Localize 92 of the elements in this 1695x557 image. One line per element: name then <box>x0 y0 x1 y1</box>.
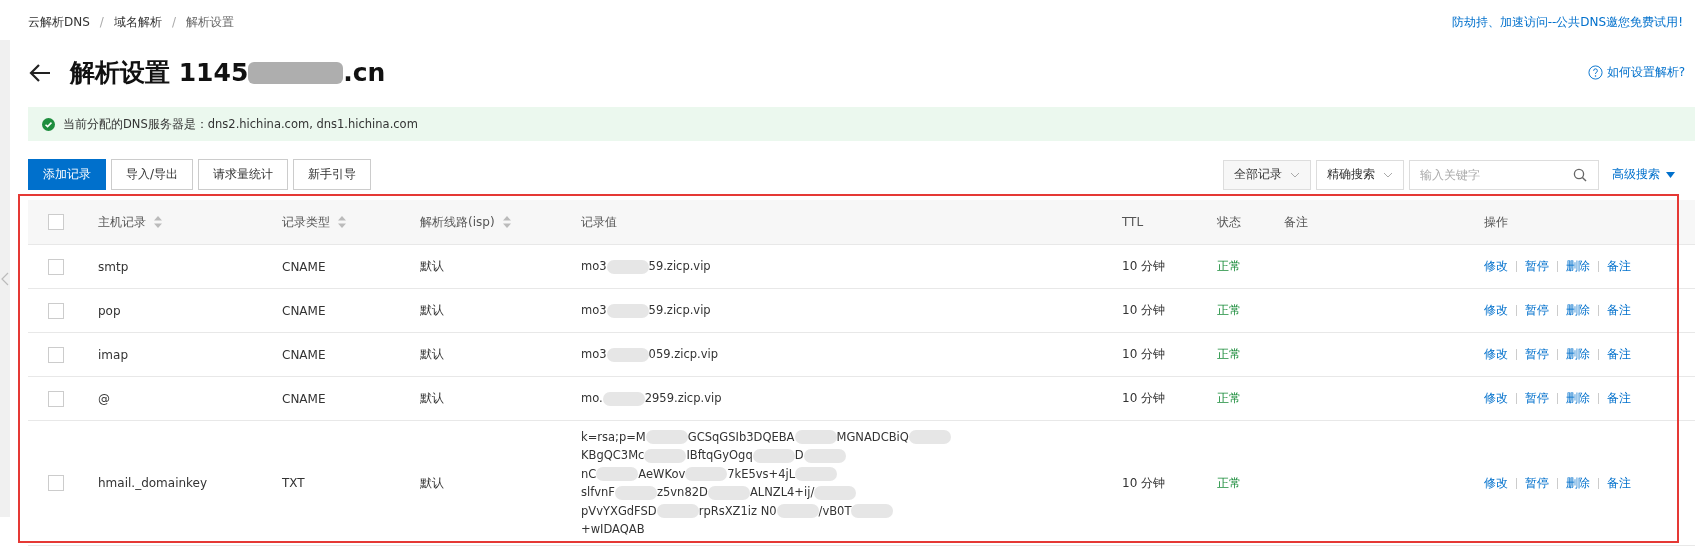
column-header: 记录值 <box>581 213 618 231</box>
status-text: 正常 <box>1217 390 1242 407</box>
breadcrumb-link[interactable]: 域名解析 <box>113 13 162 31</box>
action-link[interactable]: 修改 <box>1484 346 1508 363</box>
breadcrumb-separator: / <box>99 15 104 29</box>
back-arrow-icon[interactable] <box>28 62 52 83</box>
table-cell-text: imap <box>98 347 129 362</box>
table-cell-text: mo3 59.zicp.vip <box>581 258 712 276</box>
table-cell-text: TXT <box>282 476 306 490</box>
table-cell-text: 10 分钟 <box>1122 390 1167 407</box>
action-link[interactable]: 暂停 <box>1525 302 1549 319</box>
action-link[interactable]: 备注 <box>1607 390 1631 407</box>
table-cell-text: 默认 <box>420 302 445 319</box>
table-cell-text: mo. 2959.zicp.vip <box>581 390 723 408</box>
breadcrumb-separator: / <box>171 15 176 29</box>
caret-down-icon[interactable] <box>1666 171 1675 178</box>
chevron-down-icon[interactable] <box>1383 171 1393 178</box>
action-link[interactable]: 暂停 <box>1525 346 1549 363</box>
status-text: 正常 <box>1217 258 1242 275</box>
action-link[interactable]: 备注 <box>1607 474 1631 492</box>
action-link[interactable]: 删除 <box>1566 346 1590 363</box>
search-mode-dropdown[interactable]: 精确搜索 <box>1316 159 1404 190</box>
advanced-search-link[interactable]: 高级搜索 <box>1612 166 1675 183</box>
table-cell-text: smtp <box>98 259 130 274</box>
table-cell-text: 默认 <box>420 346 445 363</box>
action-link[interactable]: 删除 <box>1566 258 1590 275</box>
sort-icon[interactable] <box>338 216 346 228</box>
sort-icon[interactable] <box>502 216 511 228</box>
search-icon[interactable] <box>1573 167 1587 182</box>
row-checkbox[interactable] <box>48 258 64 275</box>
column-header: TTL <box>1122 215 1145 229</box>
column-header: 操作 <box>1484 213 1509 231</box>
table-cell-text: 10 分钟 <box>1122 346 1167 363</box>
row-checkbox[interactable] <box>48 302 64 319</box>
promo-link[interactable]: 防劫持、加速访问--公共DNS邀您免费试用! <box>1451 13 1683 31</box>
table-cell: k=rsa;p=M GCSqGSIb3DQEBA MGNADCBiQ KBgQC3Mc IBftqGyOgq D nC AeWKov 7kE5vs+4jL slfvnF z5vn82D ALNZL4+ij/ pVvYXGdFSD rpRsXZ1iz N0 /vB0T +wIDAQAB <box>581 427 1122 539</box>
notice-text: 当前分配的DNS服务器是：dns2.hichina.com, dns1.hichina.com <box>63 116 418 132</box>
table-cell-text: 默认 <box>420 390 445 407</box>
table-cell-text: hmail._domainkey <box>98 476 209 490</box>
table-cell-text: 默认 <box>420 474 445 492</box>
action-link[interactable]: 备注 <box>1607 302 1631 319</box>
toolbar-button[interactable]: 导入/导出 <box>111 159 194 190</box>
search-field[interactable]: 输入关键字 <box>1409 159 1599 190</box>
status-text: 正常 <box>1217 302 1242 319</box>
column-header: 备注 <box>1284 213 1309 231</box>
toolbar-button[interactable]: 请求量统计 <box>198 159 289 190</box>
row-checkbox[interactable] <box>48 390 64 407</box>
table-cell-text: mo3 059.zicp.vip <box>581 346 719 364</box>
action-link[interactable]: 备注 <box>1607 258 1631 275</box>
chevron-down-icon[interactable] <box>1290 171 1300 178</box>
action-link[interactable]: 暂停 <box>1525 474 1549 492</box>
check-circle-icon <box>42 117 55 131</box>
action-link[interactable]: 暂停 <box>1525 390 1549 407</box>
action-link[interactable]: 备注 <box>1607 346 1631 363</box>
toolbar-button[interactable]: 新手引导 <box>293 159 372 190</box>
table-cell-text: 10 分钟 <box>1122 258 1167 275</box>
breadcrumb-link[interactable]: 解析设置 <box>185 13 234 31</box>
action-link[interactable]: 删除 <box>1566 302 1590 319</box>
collapse-handle[interactable] <box>1 271 9 286</box>
action-link[interactable]: 暂停 <box>1525 258 1549 275</box>
table-cell-text: 10 分钟 <box>1122 302 1167 319</box>
action-link[interactable]: 删除 <box>1566 390 1590 407</box>
row-checkbox[interactable] <box>48 346 64 363</box>
table-cell-text: CNAME <box>282 303 327 318</box>
action-link[interactable]: 修改 <box>1484 258 1508 275</box>
table-cell-text: mo3 59.zicp.vip <box>581 302 712 320</box>
action-link[interactable]: 删除 <box>1566 474 1590 492</box>
table-cell-text: CNAME <box>282 391 327 406</box>
column-header[interactable]: 解析线路(isp) <box>420 213 581 231</box>
table-cell-text: CNAME <box>282 347 327 362</box>
sort-icon[interactable] <box>154 216 162 228</box>
toolbar-button[interactable]: 添加记录 <box>28 159 106 190</box>
column-header[interactable]: 记录类型 <box>282 213 420 231</box>
action-link[interactable]: 修改 <box>1484 390 1508 407</box>
status-text: 正常 <box>1217 346 1242 363</box>
page-title: 解析设置 1145 .cn <box>70 57 386 89</box>
breadcrumb-link[interactable]: 云解析DNS <box>28 13 90 31</box>
column-header[interactable]: 主机记录 <box>98 213 282 231</box>
record-filter-dropdown[interactable]: 全部记录 <box>1223 159 1311 190</box>
status-text: 正常 <box>1217 474 1242 492</box>
help-icon[interactable] <box>1587 65 1603 80</box>
table-cell-text: 10 分钟 <box>1122 474 1167 492</box>
row-checkbox[interactable] <box>48 475 64 491</box>
action-link[interactable]: 修改 <box>1484 302 1508 319</box>
table-cell-text: @ <box>98 391 111 406</box>
table-cell-text: pop <box>98 303 122 318</box>
select-all-checkbox[interactable] <box>48 214 64 230</box>
column-header: 状态 <box>1217 213 1242 231</box>
table-cell-text: 默认 <box>420 258 445 275</box>
help-link[interactable]: 如何设置解析? <box>1587 64 1685 81</box>
action-link[interactable]: 修改 <box>1484 474 1508 492</box>
table-cell-text: CNAME <box>282 259 327 274</box>
